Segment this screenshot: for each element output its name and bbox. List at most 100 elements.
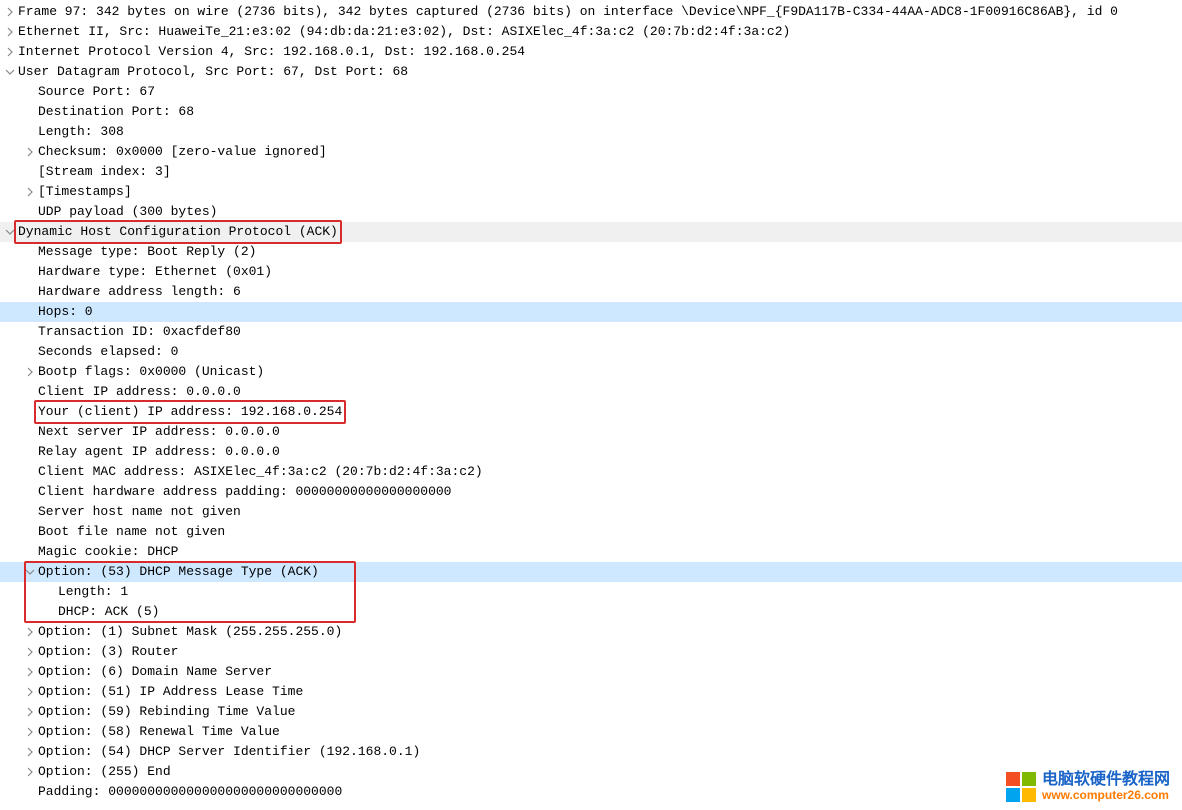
tree-row[interactable]: Length: 1 [0, 582, 1182, 602]
collapse-icon[interactable] [24, 566, 36, 578]
expand-icon[interactable] [4, 46, 16, 58]
expand-icon[interactable] [24, 146, 36, 158]
logo-icon [1006, 772, 1036, 802]
tree-row-label: UDP payload (300 bytes) [38, 202, 217, 222]
tree-row-label: Hardware type: Ethernet (0x01) [38, 262, 272, 282]
tree-row-label: Option: (255) End [38, 762, 171, 782]
tree-row-label: [Timestamps] [38, 182, 132, 202]
tree-row-label: Option: (1) Subnet Mask (255.255.255.0) [38, 622, 342, 642]
tree-row-label: DHCP: ACK (5) [58, 602, 159, 622]
tree-row[interactable]: Option: (6) Domain Name Server [0, 662, 1182, 682]
expand-icon[interactable] [24, 686, 36, 698]
tree-row-label: Frame 97: 342 bytes on wire (2736 bits),… [18, 2, 1118, 22]
tree-row[interactable]: Client hardware address padding: 0000000… [0, 482, 1182, 502]
tree-row-label: Message type: Boot Reply (2) [38, 242, 256, 262]
watermark: 电脑软硬件教程网 www.computer26.com [1006, 771, 1170, 802]
tree-row[interactable]: Padding: 000000000000000000000000000000 [0, 782, 1182, 802]
tree-row[interactable]: Destination Port: 68 [0, 102, 1182, 122]
tree-row-label: Option: (59) Rebinding Time Value [38, 702, 295, 722]
tree-row[interactable]: Option: (1) Subnet Mask (255.255.255.0) [0, 622, 1182, 642]
tree-row[interactable]: Bootp flags: 0x0000 (Unicast) [0, 362, 1182, 382]
expand-icon[interactable] [24, 706, 36, 718]
tree-row-label: Option: (6) Domain Name Server [38, 662, 272, 682]
expand-icon[interactable] [24, 186, 36, 198]
tree-row[interactable]: Hops: 0 [0, 302, 1182, 322]
tree-row[interactable]: Option: (3) Router [0, 642, 1182, 662]
tree-row-label: Option: (53) DHCP Message Type (ACK) [38, 562, 319, 582]
tree-row[interactable]: Checksum: 0x0000 [zero-value ignored] [0, 142, 1182, 162]
expand-icon[interactable] [24, 746, 36, 758]
expand-icon[interactable] [24, 626, 36, 638]
watermark-site: www.computer26.com [1042, 789, 1170, 802]
tree-row[interactable]: Source Port: 67 [0, 82, 1182, 102]
tree-row[interactable]: Client IP address: 0.0.0.0 [0, 382, 1182, 402]
tree-row[interactable]: Server host name not given [0, 502, 1182, 522]
packet-details-tree[interactable]: Frame 97: 342 bytes on wire (2736 bits),… [0, 0, 1182, 802]
tree-row-label: Client hardware address padding: 0000000… [38, 482, 451, 502]
tree-row[interactable]: Option: (58) Renewal Time Value [0, 722, 1182, 742]
tree-row[interactable]: Hardware type: Ethernet (0x01) [0, 262, 1182, 282]
tree-row-label: Padding: 000000000000000000000000000000 [38, 782, 342, 802]
tree-row-label: Hardware address length: 6 [38, 282, 241, 302]
tree-row-label: User Datagram Protocol, Src Port: 67, Ds… [18, 62, 408, 82]
tree-row[interactable]: Your (client) IP address: 192.168.0.254 [0, 402, 1182, 422]
watermark-title: 电脑软硬件教程网 [1042, 771, 1170, 789]
tree-row-label: Hops: 0 [38, 302, 93, 322]
tree-row[interactable]: DHCP: ACK (5) [0, 602, 1182, 622]
tree-row[interactable]: Option: (51) IP Address Lease Time [0, 682, 1182, 702]
tree-row-label: Checksum: 0x0000 [zero-value ignored] [38, 142, 327, 162]
highlight-box: Dynamic Host Configuration Protocol (ACK… [14, 220, 342, 244]
tree-row-label: Next server IP address: 0.0.0.0 [38, 422, 280, 442]
expand-icon[interactable] [24, 646, 36, 658]
tree-row[interactable]: Option: (255) End [0, 762, 1182, 782]
expand-icon[interactable] [24, 666, 36, 678]
tree-row-label: Ethernet II, Src: HuaweiTe_21:e3:02 (94:… [18, 22, 790, 42]
tree-row[interactable]: Relay agent IP address: 0.0.0.0 [0, 442, 1182, 462]
tree-row[interactable]: Message type: Boot Reply (2) [0, 242, 1182, 262]
tree-row[interactable]: Length: 308 [0, 122, 1182, 142]
tree-row-label: Dynamic Host Configuration Protocol (ACK… [18, 224, 338, 239]
tree-row-label: Your (client) IP address: 192.168.0.254 [38, 404, 342, 419]
tree-row[interactable]: UDP payload (300 bytes) [0, 202, 1182, 222]
tree-row-label: Source Port: 67 [38, 82, 155, 102]
highlight-box: Your (client) IP address: 192.168.0.254 [34, 400, 346, 424]
tree-row[interactable]: Seconds elapsed: 0 [0, 342, 1182, 362]
tree-row-label: [Stream index: 3] [38, 162, 171, 182]
expand-icon[interactable] [24, 366, 36, 378]
tree-row[interactable]: Option: (54) DHCP Server Identifier (192… [0, 742, 1182, 762]
tree-row[interactable]: Client MAC address: ASIXElec_4f:3a:c2 (2… [0, 462, 1182, 482]
tree-row-label: Magic cookie: DHCP [38, 542, 178, 562]
collapse-icon[interactable] [4, 66, 16, 78]
tree-row-label: Option: (58) Renewal Time Value [38, 722, 280, 742]
tree-row-label: Option: (51) IP Address Lease Time [38, 682, 303, 702]
tree-row[interactable]: Ethernet II, Src: HuaweiTe_21:e3:02 (94:… [0, 22, 1182, 42]
tree-row[interactable]: User Datagram Protocol, Src Port: 67, Ds… [0, 62, 1182, 82]
tree-row-label: Length: 1 [58, 582, 128, 602]
expand-icon[interactable] [4, 6, 16, 18]
tree-row[interactable]: [Timestamps] [0, 182, 1182, 202]
expand-icon[interactable] [24, 726, 36, 738]
tree-row-label: Destination Port: 68 [38, 102, 194, 122]
tree-row-label: Transaction ID: 0xacfdef80 [38, 322, 241, 342]
tree-row-label: Internet Protocol Version 4, Src: 192.16… [18, 42, 525, 62]
expand-icon[interactable] [4, 26, 16, 38]
tree-row-label: Boot file name not given [38, 522, 225, 542]
tree-row[interactable]: Dynamic Host Configuration Protocol (ACK… [0, 222, 1182, 242]
tree-row[interactable]: Frame 97: 342 bytes on wire (2736 bits),… [0, 2, 1182, 22]
tree-row[interactable]: [Stream index: 3] [0, 162, 1182, 182]
tree-row[interactable]: Magic cookie: DHCP [0, 542, 1182, 562]
expand-icon[interactable] [24, 766, 36, 778]
tree-row[interactable]: Internet Protocol Version 4, Src: 192.16… [0, 42, 1182, 62]
tree-row[interactable]: Next server IP address: 0.0.0.0 [0, 422, 1182, 442]
tree-row[interactable]: Hardware address length: 6 [0, 282, 1182, 302]
tree-row-label: Bootp flags: 0x0000 (Unicast) [38, 362, 264, 382]
tree-row-label: Option: (3) Router [38, 642, 178, 662]
tree-row-label: Client IP address: 0.0.0.0 [38, 382, 241, 402]
tree-row[interactable]: Transaction ID: 0xacfdef80 [0, 322, 1182, 342]
tree-row[interactable]: Option: (53) DHCP Message Type (ACK) [0, 562, 1182, 582]
tree-row[interactable]: Boot file name not given [0, 522, 1182, 542]
tree-row-label: Relay agent IP address: 0.0.0.0 [38, 442, 280, 462]
tree-row[interactable]: Option: (59) Rebinding Time Value [0, 702, 1182, 722]
tree-row-label: Seconds elapsed: 0 [38, 342, 178, 362]
tree-row-label: Length: 308 [38, 122, 124, 142]
